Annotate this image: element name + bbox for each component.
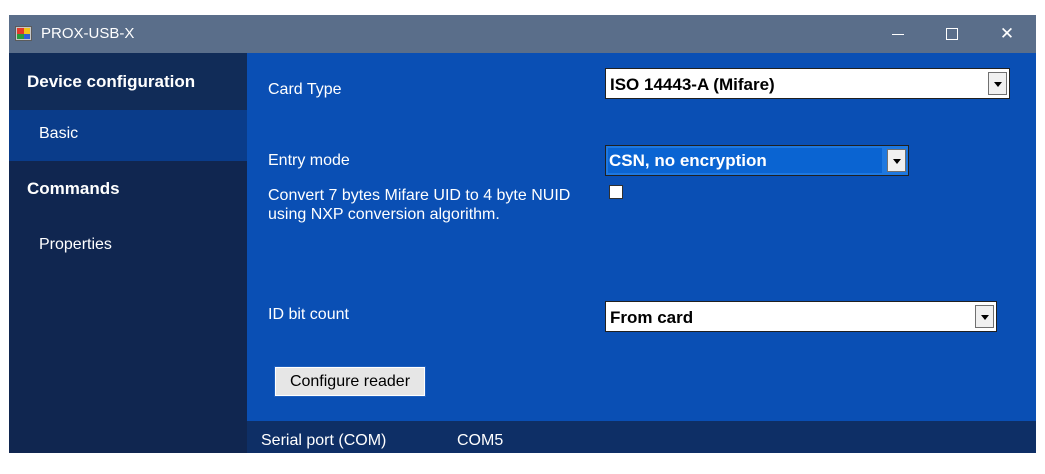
status-bar: Serial port (COM) COM5 (247, 421, 1036, 453)
id-bit-count-value: From card (610, 308, 694, 327)
serial-port-label: Serial port (COM) (261, 432, 387, 449)
minimize-button[interactable] (875, 15, 921, 53)
sidebar-item-label: Basic (39, 125, 79, 142)
convert-uid-checkbox[interactable] (609, 185, 623, 199)
app-grid-icon (15, 26, 32, 41)
card-type-label: Card Type (268, 81, 342, 98)
sidebar-item-properties[interactable]: Properties (9, 217, 247, 273)
maximize-icon (946, 28, 958, 40)
sidebar-item-label: Commands (27, 179, 120, 198)
card-type-select[interactable]: ISO 14443-A (Mifare) (605, 68, 1010, 99)
convert-uid-label: Convert 7 bytes Mifare UID to 4 byte NUI… (268, 187, 571, 223)
sidebar-item-basic[interactable]: Basic (9, 110, 247, 161)
sidebar: Device configuration Basic Commands Prop… (9, 53, 247, 453)
window-title: PROX-USB-X (41, 25, 135, 42)
entry-mode-value: CSN, no encryption (609, 151, 767, 170)
entry-mode-select[interactable]: CSN, no encryption (605, 145, 909, 176)
sidebar-item-commands[interactable]: Commands (9, 161, 247, 217)
maximize-button[interactable] (929, 15, 975, 53)
card-type-value: ISO 14443-A (Mifare) (610, 75, 775, 94)
chevron-down-icon[interactable] (988, 72, 1007, 95)
chevron-down-icon[interactable] (975, 305, 994, 328)
close-icon: ✕ (999, 24, 1015, 43)
configure-reader-button[interactable]: Configure reader (274, 366, 426, 397)
app-window: PROX-USB-X ✕ Device configuration Basic … (9, 15, 1036, 453)
serial-port-value: COM5 (457, 432, 504, 449)
id-bit-count-label: ID bit count (268, 306, 349, 323)
entry-mode-label: Entry mode (268, 152, 350, 169)
minimize-icon (892, 34, 904, 35)
sidebar-item-device-configuration[interactable]: Device configuration (9, 53, 247, 110)
chevron-down-icon[interactable] (887, 149, 906, 172)
title-bar[interactable]: PROX-USB-X ✕ (9, 15, 1036, 53)
sidebar-item-label: Device configuration (27, 72, 196, 91)
sidebar-item-label: Properties (39, 236, 112, 253)
close-button[interactable]: ✕ (984, 15, 1030, 53)
id-bit-count-select[interactable]: From card (605, 301, 997, 332)
settings-panel: Card Type ISO 14443-A (Mifare) Entry mod… (247, 53, 1036, 421)
